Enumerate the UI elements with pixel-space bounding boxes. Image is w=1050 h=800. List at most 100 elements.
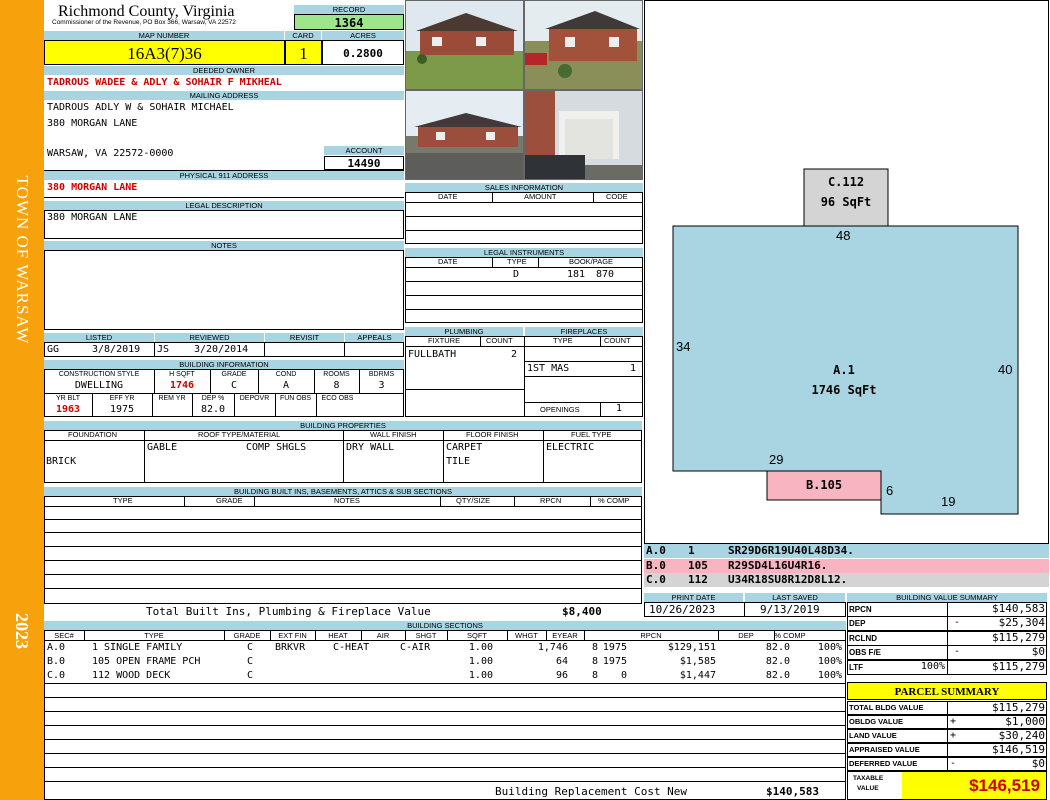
physical-label: PHYSICAL 911 ADDRESS — [44, 171, 404, 180]
section-cell: 1975 — [602, 642, 627, 653]
section-cell: $1,585 — [679, 656, 716, 667]
section-cell: 105 OPEN FRAME PCH — [92, 656, 201, 667]
section-cell: C-HEAT — [333, 642, 370, 653]
bvs-key: OBS F/E — [849, 648, 882, 658]
legal-value: 380 MORGAN LANE — [47, 212, 138, 223]
parcel-value: $1,000 — [1005, 715, 1045, 728]
section-cell: C — [247, 642, 254, 653]
parcel-value: $146,519 — [992, 743, 1045, 756]
props-fuel: ELECTRIC — [546, 442, 595, 453]
section-hdr-div — [224, 630, 225, 640]
bvs-value: $115,279 — [992, 630, 1045, 644]
section-cell: 82.0 — [765, 670, 790, 681]
bvs-key: RPCN — [849, 605, 872, 614]
section-cell: 64 — [555, 656, 568, 667]
section-cell: 100% — [817, 670, 842, 681]
house-photo-1 — [405, 0, 524, 90]
section-hdr-div — [546, 630, 547, 640]
taxable-label-1: TAXABLE — [853, 775, 884, 782]
record-value: 1364 — [294, 14, 404, 30]
bldg-props-label: BUILDING PROPERTIES — [44, 421, 642, 430]
sketch-b-label: B.105 — [805, 478, 843, 492]
mailing-line1: TADROUS ADLY W & SOHAIR MICHAEL — [47, 102, 234, 113]
props-col-fuel: FUEL TYPE — [571, 430, 612, 439]
bvs-sign: - — [953, 617, 960, 629]
bvs-key: DEP — [849, 619, 866, 629]
sketch-a-area: 1746 SqFt — [811, 383, 877, 397]
bvs-key: LTF — [849, 662, 864, 672]
sketch-code-string: SR29D6R19U40L48D34. — [728, 544, 854, 557]
listed-date: 3/8/2019 — [92, 344, 141, 355]
section-cell: BRKVR — [275, 642, 306, 653]
plumb-col-count: COUNT — [486, 336, 513, 345]
section-cell: 82.0 — [765, 642, 790, 653]
sketch-a-label: A.1 — [833, 363, 855, 377]
props-roof-type: GABLE — [147, 442, 178, 453]
section-cell: C-AIR — [400, 642, 431, 653]
section-col-10: RPCN — [640, 631, 662, 640]
deeded-owner-label: DEEDED OWNER — [44, 66, 404, 75]
revisit-label: REVISIT — [265, 333, 344, 342]
bvs-div — [947, 630, 948, 646]
builtins-col-rpcn: RPCN — [540, 496, 562, 505]
house-photo-4 — [524, 90, 643, 180]
sketch-dim-left: 34 — [676, 339, 691, 354]
instr-book: 181 — [567, 269, 586, 280]
bvs-label: BUILDING VALUE SUMMARY — [847, 593, 1047, 602]
section-hdr-div — [774, 630, 775, 640]
section-hdr-div — [84, 630, 85, 640]
props-wall: DRY WALL — [346, 442, 395, 453]
section-col-4: HEAT — [328, 631, 348, 640]
house-photo-3 — [405, 90, 524, 180]
section-cell: A.0 — [47, 642, 66, 653]
map-number: 16A3(7)36 — [44, 40, 285, 65]
section-row-line — [44, 725, 846, 726]
bvs-div — [947, 602, 948, 617]
section-col-11: DEP — [738, 631, 754, 640]
bvs-div — [947, 659, 948, 675]
sketch-dim-right: 40 — [998, 362, 1013, 377]
bvs-div — [947, 645, 948, 661]
deeded-owner-value: TADROUS WADEE & ADLY & SOHAIR F MIKHEAL — [47, 77, 282, 88]
brc-value: $140,583 — [766, 785, 819, 798]
mailing-line3: WARSAW, VA 22572-0000 — [47, 148, 174, 159]
section-hdr-div — [584, 630, 585, 640]
section-col-0: SEC# — [54, 631, 74, 640]
parcel-sign: + — [950, 730, 957, 741]
section-cell: C — [247, 670, 254, 681]
sketch-c-label: C.112 — [827, 175, 865, 189]
section-col-7: SQFT — [467, 631, 487, 640]
builtins-col-type: TYPE — [113, 496, 133, 505]
sketch-code-num: 112 — [688, 573, 708, 586]
props-floor-2: TILE — [446, 456, 471, 467]
sales-label: SALES INFORMATION — [405, 183, 643, 192]
commissioner-line: Commissioner of the Revenue, PO Box 366,… — [52, 19, 236, 26]
sketch-dim-bottom: 19 — [941, 494, 956, 509]
parcel-key: APPRAISED VALUE — [849, 745, 920, 754]
fire-col-count: COUNT — [604, 336, 631, 345]
props-col-roof: ROOF TYPE/MATERIAL — [198, 430, 281, 439]
bvs-value: $140,583 — [992, 602, 1045, 615]
bvs-value: $115,279 — [992, 659, 1045, 673]
parcel-div — [947, 743, 948, 757]
builtins-label: BUILDING BUILT INS, BASEMENTS, ATTICS & … — [44, 487, 642, 496]
card-label: CARD — [285, 31, 321, 40]
fireplaces-label: FIREPLACES — [525, 327, 643, 336]
section-cell: 1 SINGLE FAMILY — [92, 642, 183, 653]
parcel-div — [947, 701, 948, 715]
acres-label: ACRES — [322, 31, 404, 40]
instr-col-book: BOOK/PAGE — [569, 257, 614, 266]
section-col-2: GRADE — [233, 631, 261, 640]
builtins-col-comp: % COMP — [598, 496, 630, 505]
instr-col-type: TYPE — [507, 257, 527, 266]
building-sketch — [672, 168, 1019, 515]
instr-type: D — [513, 269, 520, 280]
sketch-code-num: 1 — [688, 544, 695, 557]
section-col-3: EXT FIN — [278, 631, 307, 640]
account-label: ACCOUNT — [324, 146, 404, 155]
taxable-label-2: VALUE — [857, 785, 879, 792]
props-col-foundation: FOUNDATION — [68, 430, 118, 439]
section-cell: 0 — [620, 670, 627, 681]
section-hdr-div — [270, 630, 271, 640]
reviewed-label: REVIEWED — [155, 333, 264, 342]
